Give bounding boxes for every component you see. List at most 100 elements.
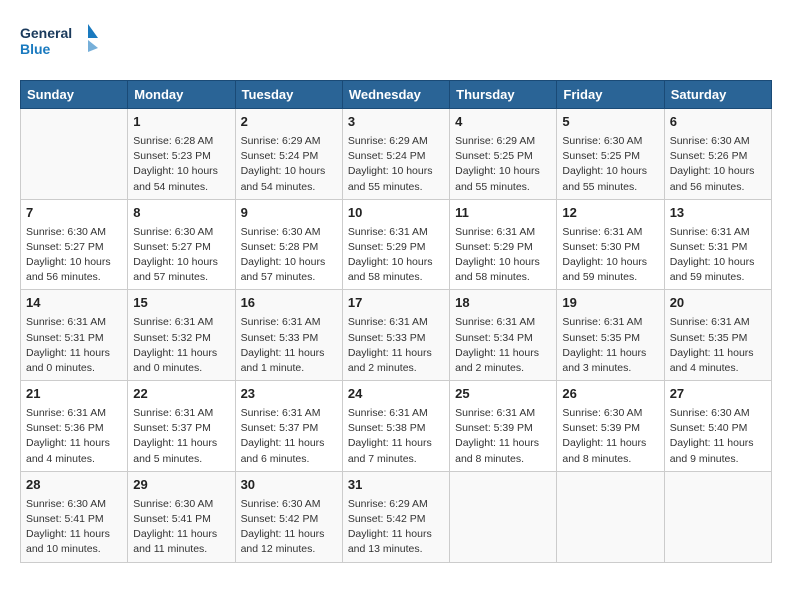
calendar-cell: 30 Sunrise: 6:30 AM Sunset: 5:42 PM Dayli…	[235, 471, 342, 562]
weekday-header: Tuesday	[235, 81, 342, 109]
calendar-cell: 31Sunrise: 6:29 AM Sunset: 5:42 PM Dayli…	[342, 471, 449, 562]
calendar-cell: 25 Sunrise: 6:31 AM Sunset: 5:39 PM Dayli…	[450, 381, 557, 472]
weekday-header-row: SundayMondayTuesdayWednesdayThursdayFrid…	[21, 81, 772, 109]
day-number: 10	[348, 204, 444, 223]
day-number: 25	[455, 385, 551, 404]
day-number: 12	[562, 204, 658, 223]
day-info: Sunrise: 6:31 AM Sunset: 5:37 PM Dayligh…	[241, 406, 337, 467]
logo-svg: General Blue	[20, 20, 100, 64]
day-info: Sunrise: 6:29 AM Sunset: 5:24 PM Dayligh…	[241, 134, 337, 195]
day-number: 13	[670, 204, 766, 223]
day-info: Sunrise: 6:31 AM Sunset: 5:31 PM Dayligh…	[670, 225, 766, 286]
day-info: Sunrise: 6:31 AM Sunset: 5:29 PM Dayligh…	[348, 225, 444, 286]
calendar-cell: 10 Sunrise: 6:31 AM Sunset: 5:29 PM Dayli…	[342, 199, 449, 290]
calendar-cell: 16 Sunrise: 6:31 AM Sunset: 5:33 PM Dayli…	[235, 290, 342, 381]
day-number: 21	[26, 385, 122, 404]
calendar-week-row: 21 Sunrise: 6:31 AM Sunset: 5:36 PM Dayli…	[21, 381, 772, 472]
page-header: General Blue	[20, 20, 772, 64]
day-number: 3	[348, 113, 444, 132]
day-number: 2	[241, 113, 337, 132]
day-info: Sunrise: 6:30 AM Sunset: 5:39 PM Dayligh…	[562, 406, 658, 467]
day-number: 5	[562, 113, 658, 132]
day-info: Sunrise: 6:31 AM Sunset: 5:32 PM Dayligh…	[133, 315, 229, 376]
day-info: Sunrise: 6:30 AM Sunset: 5:28 PM Dayligh…	[241, 225, 337, 286]
day-info: Sunrise: 6:31 AM Sunset: 5:33 PM Dayligh…	[241, 315, 337, 376]
day-info: Sunrise: 6:31 AM Sunset: 5:29 PM Dayligh…	[455, 225, 551, 286]
day-number: 7	[26, 204, 122, 223]
day-number: 22	[133, 385, 229, 404]
weekday-header: Wednesday	[342, 81, 449, 109]
day-number: 8	[133, 204, 229, 223]
weekday-header: Friday	[557, 81, 664, 109]
calendar-cell: 13 Sunrise: 6:31 AM Sunset: 5:31 PM Dayli…	[664, 199, 771, 290]
calendar-cell: 28 Sunrise: 6:30 AM Sunset: 5:41 PM Dayli…	[21, 471, 128, 562]
calendar-cell: 20Sunrise: 6:31 AM Sunset: 5:35 PM Dayli…	[664, 290, 771, 381]
calendar-week-row: 1 Sunrise: 6:28 AM Sunset: 5:23 PM Daylig…	[21, 109, 772, 200]
day-info: Sunrise: 6:30 AM Sunset: 5:41 PM Dayligh…	[26, 497, 122, 558]
day-number: 14	[26, 294, 122, 313]
calendar-cell: 2 Sunrise: 6:29 AM Sunset: 5:24 PM Daylig…	[235, 109, 342, 200]
day-info: Sunrise: 6:30 AM Sunset: 5:41 PM Dayligh…	[133, 497, 229, 558]
day-number: 30	[241, 476, 337, 495]
calendar-cell: 4 Sunrise: 6:29 AM Sunset: 5:25 PM Daylig…	[450, 109, 557, 200]
calendar-cell: 12 Sunrise: 6:31 AM Sunset: 5:30 PM Dayli…	[557, 199, 664, 290]
day-number: 11	[455, 204, 551, 223]
calendar-cell: 19Sunrise: 6:31 AM Sunset: 5:35 PM Dayli…	[557, 290, 664, 381]
day-info: Sunrise: 6:30 AM Sunset: 5:42 PM Dayligh…	[241, 497, 337, 558]
calendar-cell: 17Sunrise: 6:31 AM Sunset: 5:33 PM Dayli…	[342, 290, 449, 381]
calendar-cell: 6Sunrise: 6:30 AM Sunset: 5:26 PM Daylig…	[664, 109, 771, 200]
day-info: Sunrise: 6:31 AM Sunset: 5:34 PM Dayligh…	[455, 315, 551, 376]
day-number: 4	[455, 113, 551, 132]
day-number: 28	[26, 476, 122, 495]
calendar-cell	[664, 471, 771, 562]
day-info: Sunrise: 6:29 AM Sunset: 5:25 PM Dayligh…	[455, 134, 551, 195]
logo: General Blue	[20, 20, 100, 64]
calendar-cell: 18 Sunrise: 6:31 AM Sunset: 5:34 PM Dayli…	[450, 290, 557, 381]
day-number: 20	[670, 294, 766, 313]
day-info: Sunrise: 6:29 AM Sunset: 5:24 PM Dayligh…	[348, 134, 444, 195]
day-number: 1	[133, 113, 229, 132]
day-number: 27	[670, 385, 766, 404]
day-info: Sunrise: 6:30 AM Sunset: 5:26 PM Dayligh…	[670, 134, 766, 195]
day-info: Sunrise: 6:30 AM Sunset: 5:25 PM Dayligh…	[562, 134, 658, 195]
calendar-cell: 26 Sunrise: 6:30 AM Sunset: 5:39 PM Dayli…	[557, 381, 664, 472]
day-info: Sunrise: 6:31 AM Sunset: 5:30 PM Dayligh…	[562, 225, 658, 286]
calendar-cell: 7 Sunrise: 6:30 AM Sunset: 5:27 PM Daylig…	[21, 199, 128, 290]
day-info: Sunrise: 6:30 AM Sunset: 5:40 PM Dayligh…	[670, 406, 766, 467]
calendar-week-row: 14 Sunrise: 6:31 AM Sunset: 5:31 PM Dayli…	[21, 290, 772, 381]
day-number: 15	[133, 294, 229, 313]
day-number: 26	[562, 385, 658, 404]
day-number: 29	[133, 476, 229, 495]
calendar-cell: 8 Sunrise: 6:30 AM Sunset: 5:27 PM Daylig…	[128, 199, 235, 290]
calendar-cell	[21, 109, 128, 200]
day-info: Sunrise: 6:31 AM Sunset: 5:39 PM Dayligh…	[455, 406, 551, 467]
calendar-cell	[557, 471, 664, 562]
calendar-week-row: 28 Sunrise: 6:30 AM Sunset: 5:41 PM Dayli…	[21, 471, 772, 562]
calendar-cell: 15 Sunrise: 6:31 AM Sunset: 5:32 PM Dayli…	[128, 290, 235, 381]
weekday-header: Saturday	[664, 81, 771, 109]
day-info: Sunrise: 6:28 AM Sunset: 5:23 PM Dayligh…	[133, 134, 229, 195]
day-number: 18	[455, 294, 551, 313]
day-info: Sunrise: 6:30 AM Sunset: 5:27 PM Dayligh…	[133, 225, 229, 286]
day-info: Sunrise: 6:29 AM Sunset: 5:42 PM Dayligh…	[348, 497, 444, 558]
day-number: 16	[241, 294, 337, 313]
day-info: Sunrise: 6:31 AM Sunset: 5:31 PM Dayligh…	[26, 315, 122, 376]
calendar-cell: 14 Sunrise: 6:31 AM Sunset: 5:31 PM Dayli…	[21, 290, 128, 381]
calendar-cell: 1 Sunrise: 6:28 AM Sunset: 5:23 PM Daylig…	[128, 109, 235, 200]
svg-text:General: General	[20, 25, 72, 41]
day-info: Sunrise: 6:30 AM Sunset: 5:27 PM Dayligh…	[26, 225, 122, 286]
day-info: Sunrise: 6:31 AM Sunset: 5:36 PM Dayligh…	[26, 406, 122, 467]
calendar-cell: 22 Sunrise: 6:31 AM Sunset: 5:37 PM Dayli…	[128, 381, 235, 472]
day-info: Sunrise: 6:31 AM Sunset: 5:38 PM Dayligh…	[348, 406, 444, 467]
calendar-cell: 21 Sunrise: 6:31 AM Sunset: 5:36 PM Dayli…	[21, 381, 128, 472]
calendar-cell: 23 Sunrise: 6:31 AM Sunset: 5:37 PM Dayli…	[235, 381, 342, 472]
day-number: 9	[241, 204, 337, 223]
calendar-cell: 29 Sunrise: 6:30 AM Sunset: 5:41 PM Dayli…	[128, 471, 235, 562]
day-info: Sunrise: 6:31 AM Sunset: 5:33 PM Dayligh…	[348, 315, 444, 376]
calendar-cell: 11 Sunrise: 6:31 AM Sunset: 5:29 PM Dayli…	[450, 199, 557, 290]
calendar-cell: 5 Sunrise: 6:30 AM Sunset: 5:25 PM Daylig…	[557, 109, 664, 200]
day-number: 23	[241, 385, 337, 404]
day-info: Sunrise: 6:31 AM Sunset: 5:37 PM Dayligh…	[133, 406, 229, 467]
calendar-cell: 24 Sunrise: 6:31 AM Sunset: 5:38 PM Dayli…	[342, 381, 449, 472]
day-number: 24	[348, 385, 444, 404]
